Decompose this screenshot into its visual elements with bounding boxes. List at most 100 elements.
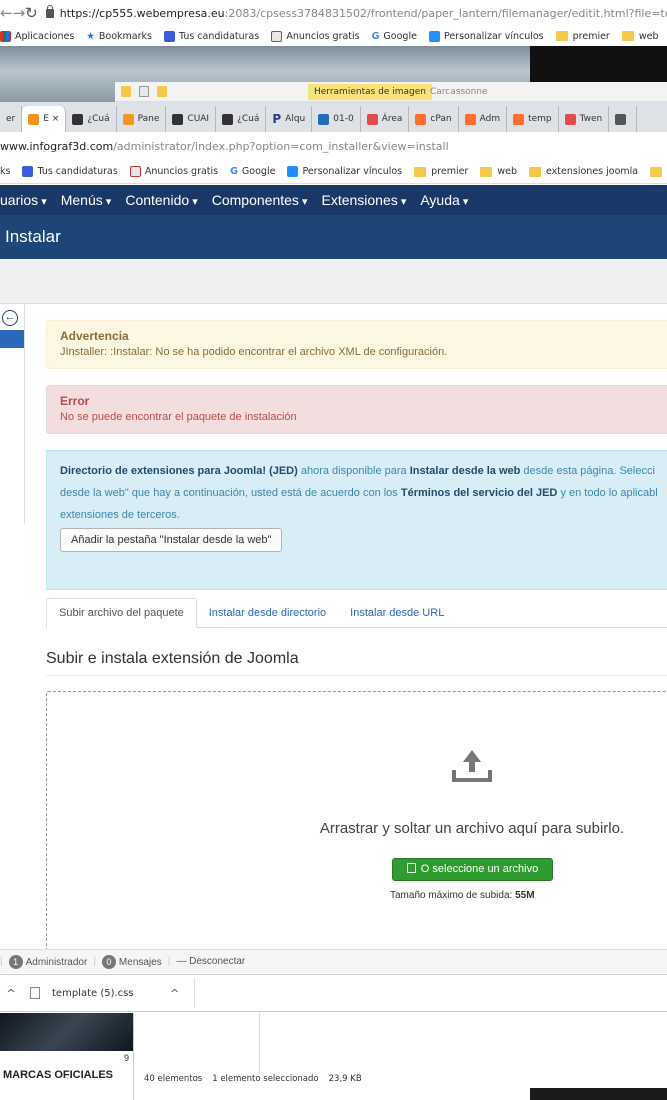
chevron-up-icon[interactable]: ^	[0, 987, 22, 1000]
browser-tab[interactable]: cPan	[409, 106, 459, 132]
folder-icon	[529, 166, 541, 177]
browser-tab[interactable]: Área	[361, 106, 410, 132]
site-icon	[564, 113, 576, 125]
desktop-fragment-right	[530, 1013, 667, 1100]
back-icon[interactable]: ←	[0, 4, 13, 22]
bookmark-artewe[interactable]: artewe	[650, 166, 667, 177]
browser-tab[interactable]	[609, 106, 638, 132]
bookmark-google[interactable]: G Google	[230, 166, 275, 177]
menu-extensiones[interactable]: Extensiones	[321, 192, 406, 208]
browser-tab[interactable]: temp	[507, 106, 559, 132]
outer-url-field[interactable]: https://cp555.webempresa.eu:2083/cpsess3…	[45, 4, 667, 20]
jed-terms-link[interactable]: Términos del servicio del JED	[401, 487, 558, 499]
folder-icon	[555, 31, 568, 41]
upload-icon	[452, 750, 492, 782]
info-line-3: extensiones de terceros.	[60, 509, 180, 521]
upload-dropzone[interactable]: Arrastrar y soltar un archivo aquí para …	[46, 691, 667, 953]
browser-tab[interactable]: Pane	[117, 106, 167, 132]
browser-tab-strip: er E × ¿Cuá Pane CUAI ¿Cuá P Alqu 01-0 Ár…	[0, 102, 667, 132]
messages-status[interactable]: 0 Mensajes	[101, 954, 162, 969]
bookmark-anuncios[interactable]: Anuncios gratis	[129, 166, 218, 177]
bookmark-candidaturas[interactable]: Tus candidaturas	[22, 166, 118, 177]
bookmark-apps[interactable]: Aplicaciones	[0, 30, 74, 42]
folder-icon	[650, 166, 663, 177]
bookmark-bookmarks[interactable]: ★ Bookmarks	[86, 31, 152, 42]
url-host: www.infograf3d.com	[0, 139, 114, 153]
p-logo-icon: P	[272, 112, 282, 126]
inner-bookmarks-bar: ks Tus candidaturas Anuncios gratis G Goo…	[0, 160, 667, 184]
add-install-from-web-tab-button[interactable]: Añadir la pestaña "Instalar desde la web…	[60, 528, 283, 552]
select-file-button[interactable]: O seleccione un archivo	[392, 858, 553, 881]
max-upload-size: Tamaño máximo de subida: 55M	[390, 890, 535, 901]
menu-menus[interactable]: Menús	[61, 192, 112, 208]
browser-tab[interactable]: ¿Cuá	[66, 106, 117, 132]
apps-grid-icon	[0, 30, 11, 42]
browser-tab[interactable]: 01-0	[312, 106, 361, 132]
desktop-photo	[530, 1088, 667, 1100]
bookmark-premier[interactable]: premier	[414, 166, 468, 177]
admin-status[interactable]: 1 Administrador	[8, 954, 87, 969]
bookmark-personalizar[interactable]: Personalizar vínculos	[287, 166, 402, 177]
sidebar: ←	[0, 304, 25, 524]
joomla-status-bar: | 1 Administrador | 0 Mensajes | — Descone…	[0, 949, 667, 973]
menu-ayuda[interactable]: Ayuda	[420, 192, 468, 208]
bookmark-web[interactable]: web	[480, 166, 517, 177]
anuncios-icon	[271, 30, 283, 42]
site-icon	[122, 113, 134, 125]
menu-componentes[interactable]: Componentes	[212, 192, 308, 208]
folder-icon	[121, 86, 131, 97]
marcas-heading: MARCAS OFICIALES	[3, 1069, 113, 1081]
site-icon	[222, 113, 234, 125]
browser-tab[interactable]: Adm	[459, 106, 508, 132]
bookmark-web[interactable]: web	[621, 31, 659, 42]
joomla-icon	[28, 113, 40, 125]
warning-title: Advertencia	[60, 329, 129, 343]
tab-install-from-url[interactable]: Instalar desde URL	[338, 599, 456, 627]
inner-url-field[interactable]: www.infograf3d.com/administrator/index.p…	[0, 132, 667, 160]
divider	[259, 1013, 260, 1073]
download-shelf: ^ template (5).css ^	[0, 974, 667, 1012]
browser-tab[interactable]: CUAI	[166, 106, 217, 132]
browser-tab[interactable]: P Alqu	[266, 106, 313, 132]
image-tools-tab[interactable]: Herramientas de imagen	[308, 84, 433, 100]
install-web-text: Instalar desde la web	[409, 465, 521, 477]
windows-icon	[287, 166, 299, 177]
bookmark-anuncios[interactable]: Anuncios gratis	[271, 30, 360, 42]
wordpress-icon	[615, 113, 627, 125]
warning-alert: Advertencia JInstaller: :Instalar: No se…	[46, 320, 667, 369]
browser-tab[interactable]: ¿Cuá	[216, 106, 267, 132]
chevron-up-icon[interactable]: ^	[164, 987, 186, 1000]
desktop-photo	[0, 1013, 133, 1051]
info-line-1: Directorio de extensiones para Joomla! (…	[60, 465, 655, 477]
logout-link[interactable]: — Desconectar	[176, 956, 245, 967]
bookmark-candidaturas[interactable]: Tus candidaturas	[163, 30, 259, 42]
sidebar-item-active[interactable]	[0, 330, 24, 348]
folder-icon	[480, 166, 493, 177]
windows-icon	[428, 30, 440, 42]
bookmark-personalizar[interactable]: Personalizar vínculos	[428, 30, 544, 42]
menu-contenido[interactable]: Contenido	[125, 192, 197, 208]
outer-bookmarks-bar: Aplicaciones ★ Bookmarks Tus candidaturas…	[0, 26, 667, 46]
browser-tab[interactable]: er	[0, 106, 23, 132]
sidebar-collapse-icon[interactable]: ←	[2, 310, 18, 326]
minus-icon: —	[176, 956, 190, 967]
jed-name: Directorio de extensiones para Joomla! (…	[60, 465, 298, 477]
cpanel-icon	[415, 113, 427, 125]
folder-icon	[414, 166, 427, 177]
reload-icon[interactable]: ↻	[25, 4, 38, 22]
tab-install-from-directory[interactable]: Instalar desde directorio	[197, 599, 338, 627]
folder-icon	[157, 86, 167, 97]
cpanel-icon	[513, 113, 525, 125]
download-item[interactable]: template (5).css ^	[22, 978, 195, 1008]
menu-usuarios[interactable]: uarios	[0, 192, 47, 208]
browser-tab[interactable]: Twen	[559, 106, 610, 132]
bookmark-premier[interactable]: premier	[555, 31, 610, 42]
joomla-toolbar	[0, 259, 667, 304]
browser-tab-active[interactable]: E ×	[22, 106, 67, 132]
bookmark-google[interactable]: G Google	[372, 31, 417, 42]
forward-icon[interactable]: →	[13, 4, 26, 22]
tab-upload-package[interactable]: Subir archivo del paquete	[46, 598, 197, 628]
bookmark-item[interactable]: ks	[0, 166, 10, 177]
page-title: Instalar	[0, 215, 667, 259]
bookmark-extensiones[interactable]: extensiones joomla	[529, 166, 638, 177]
